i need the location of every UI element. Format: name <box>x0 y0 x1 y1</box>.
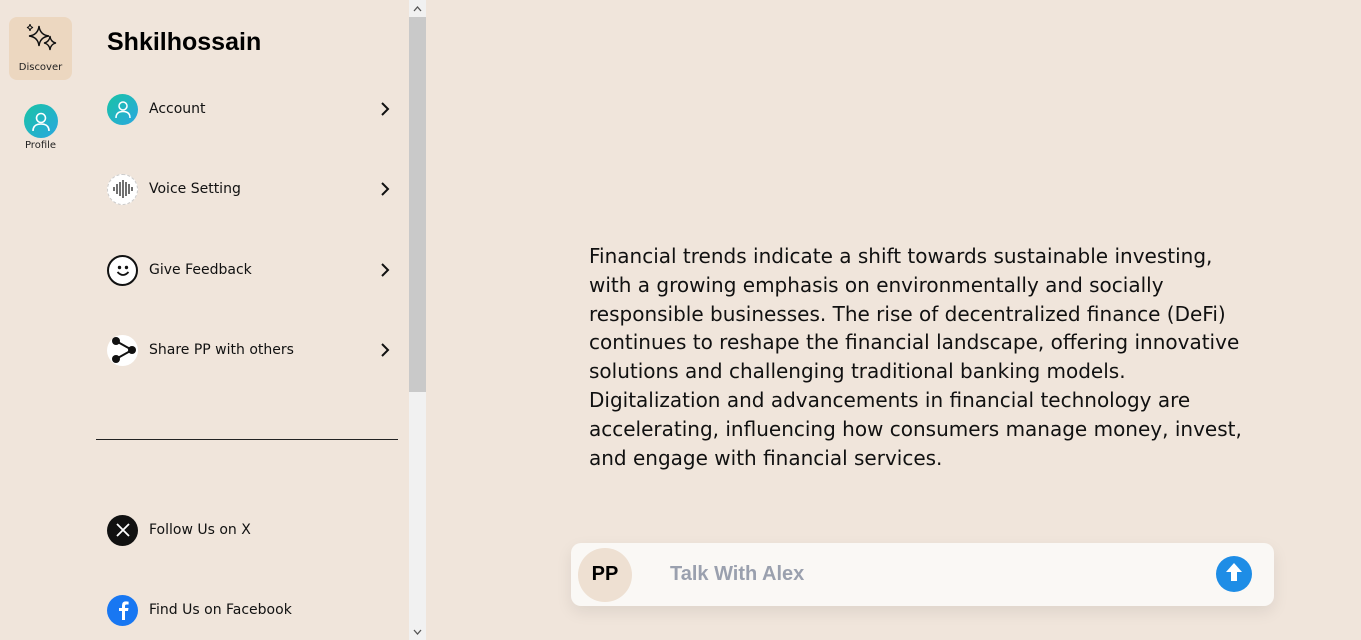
send-button[interactable] <box>1216 556 1252 592</box>
social-label: Find Us on Facebook <box>149 602 292 618</box>
x-logo-icon <box>107 514 138 546</box>
sparkles-icon <box>23 22 59 60</box>
facebook-icon <box>107 594 138 626</box>
assistant-response: Financial trends indicate a shift toward… <box>589 244 1242 470</box>
chat-bar: PP <box>571 543 1274 606</box>
chat-input[interactable] <box>670 563 1210 586</box>
rail-profile[interactable]: Profile <box>9 104 72 154</box>
rail-discover-label: Discover <box>18 62 63 73</box>
chevron-right-icon <box>378 263 392 277</box>
menu-item-label: Account <box>149 101 206 117</box>
menu-item-account[interactable]: Account <box>107 91 392 127</box>
arrow-up-icon <box>1224 561 1244 587</box>
user-icon <box>107 93 138 125</box>
social-find-facebook[interactable]: Find Us on Facebook <box>107 592 392 628</box>
chevron-right-icon <box>378 343 392 357</box>
social-follow-x[interactable]: Follow Us on X <box>107 512 392 548</box>
waveform-icon <box>107 173 138 205</box>
settings-panel: Shkilhossain Account Voice Setting Give … <box>82 0 409 640</box>
panel-divider <box>96 439 398 440</box>
username-heading: Shkilhossain <box>107 28 262 56</box>
menu-item-share[interactable]: Share PP with others <box>107 332 392 368</box>
menu-item-give-feedback[interactable]: Give Feedback <box>107 252 392 288</box>
menu-item-label: Give Feedback <box>149 262 252 278</box>
scroll-down-icon[interactable] <box>409 623 426 640</box>
rail-profile-label: Profile <box>24 140 57 151</box>
menu-item-label: Voice Setting <box>149 181 241 197</box>
panel-scrollbar[interactable] <box>409 0 426 640</box>
chevron-right-icon <box>378 102 392 116</box>
menu-item-voice-setting[interactable]: Voice Setting <box>107 171 392 207</box>
smiley-icon <box>107 254 138 286</box>
main-content: Financial trends indicate a shift toward… <box>426 0 1361 640</box>
scroll-thumb[interactable] <box>409 17 426 392</box>
pp-avatar: PP <box>578 547 632 602</box>
rail-discover[interactable]: Discover <box>9 17 72 80</box>
left-rail: Discover Profile <box>0 0 82 640</box>
chevron-right-icon <box>378 182 392 196</box>
profile-avatar-icon <box>23 104 58 138</box>
menu-item-label: Share PP with others <box>149 342 294 358</box>
share-icon <box>107 334 138 366</box>
social-label: Follow Us on X <box>149 522 251 538</box>
scroll-up-icon[interactable] <box>409 0 426 17</box>
